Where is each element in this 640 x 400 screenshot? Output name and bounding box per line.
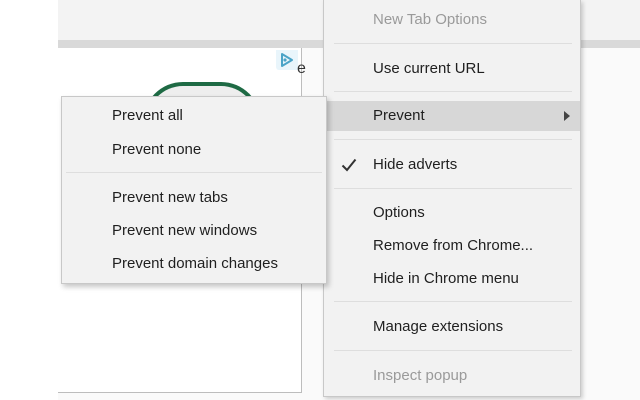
submenu-item-prevent-domain-changes[interactable]: Prevent domain changes (62, 249, 326, 279)
submenu-separator (66, 172, 322, 173)
menu-item-label: New Tab Options (373, 11, 487, 28)
submenu-item-label: Prevent all (112, 107, 183, 124)
menu-item-label: Hide adverts (373, 156, 458, 173)
menu-separator (334, 91, 572, 92)
submenu-item-prevent-all[interactable]: Prevent all (62, 101, 326, 131)
adchoices-icon[interactable] (276, 50, 298, 70)
submenu-item-prevent-new-windows[interactable]: Prevent new windows (62, 216, 326, 246)
menu-item-options[interactable]: Options (324, 198, 580, 228)
menu-separator (334, 43, 572, 44)
menu-item-use-current-url[interactable]: Use current URL (324, 54, 580, 84)
ad-partial-text: e (297, 60, 306, 77)
checkmark-icon (341, 158, 357, 172)
menu-item-hide-adverts[interactable]: Hide adverts (324, 150, 580, 180)
menu-separator (334, 139, 572, 140)
menu-item-new-tab-options: New Tab Options (324, 5, 580, 35)
submenu-item-label: Prevent new windows (112, 222, 258, 239)
menu-separator (334, 350, 572, 351)
menu-separator (334, 301, 572, 302)
menu-item-inspect-popup: Inspect popup (324, 361, 580, 391)
prevent-submenu: Prevent all Prevent none Prevent new tab… (61, 96, 327, 284)
submenu-item-label: Prevent domain changes (112, 255, 278, 272)
menu-item-prevent[interactable]: Prevent (324, 101, 580, 131)
submenu-item-prevent-none[interactable]: Prevent none (62, 135, 326, 165)
menu-item-label: Use current URL (373, 60, 485, 77)
menu-separator (334, 188, 572, 189)
menu-item-label: Manage extensions (373, 318, 504, 335)
submenu-item-label: Prevent none (112, 141, 202, 158)
extension-context-menu: New Tab Options Use current URL Prevent … (323, 0, 581, 397)
menu-item-label: Options (373, 204, 425, 221)
menu-item-hide-in-chrome-menu[interactable]: Hide in Chrome menu (324, 264, 580, 294)
menu-item-label: Inspect popup (373, 367, 468, 384)
menu-item-label: Hide in Chrome menu (373, 270, 519, 287)
menu-item-label: Remove from Chrome... (373, 237, 534, 254)
chevron-right-icon (564, 111, 570, 121)
submenu-item-label: Prevent new tabs (112, 189, 228, 206)
menu-item-label: Prevent (373, 107, 425, 124)
menu-item-remove-from-chrome[interactable]: Remove from Chrome... (324, 231, 580, 261)
submenu-item-prevent-new-tabs[interactable]: Prevent new tabs (62, 183, 326, 213)
menu-item-manage-extensions[interactable]: Manage extensions (324, 312, 580, 342)
